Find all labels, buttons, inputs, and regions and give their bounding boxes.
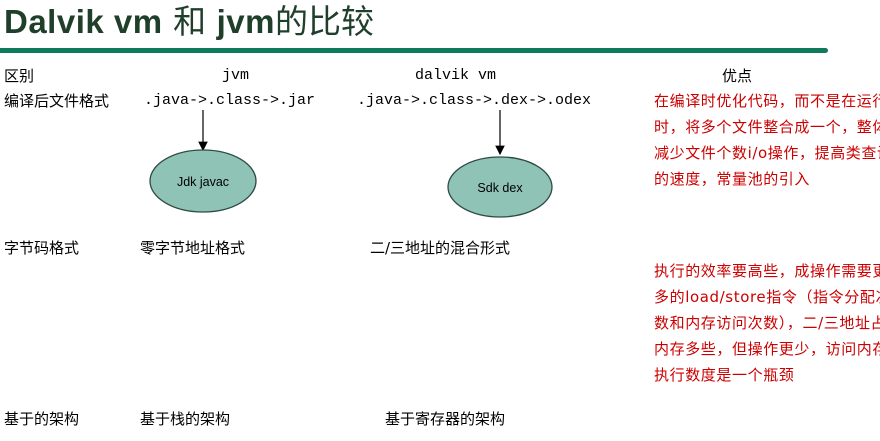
row-label-bytecode-format: 字节码格式 (4, 239, 80, 257)
dalvik-architecture: 基于寄存器的架构 (385, 410, 506, 428)
row-label-architecture: 基于的架构 (4, 410, 80, 428)
dalvik-tool-label: Sdk dex (477, 181, 523, 195)
jvm-tool-label: Jdk javac (177, 175, 229, 189)
dalvik-bytecode-format: 二/三地址的混合形式 (370, 239, 511, 257)
jvm-architecture: 基于栈的架构 (140, 410, 231, 428)
jvm-bytecode-format: 零字节地址格式 (140, 239, 246, 257)
advantage-bytecode-format: 执行的效率要高些，成操作需要更多的load/store指令（指令分配次数和内存访… (654, 262, 880, 384)
